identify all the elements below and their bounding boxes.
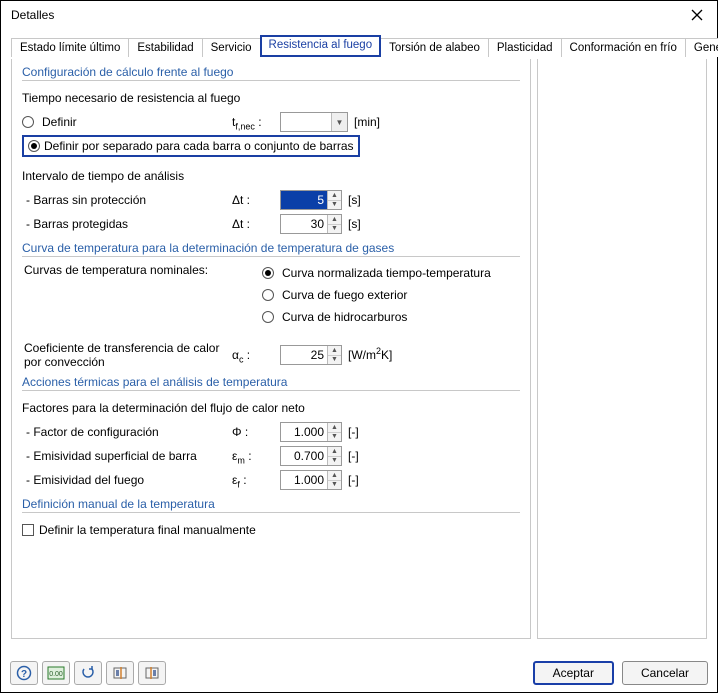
svg-text:0.00: 0.00: [49, 671, 63, 678]
close-icon[interactable]: [685, 3, 709, 27]
dt-protected-unit: [s]: [342, 217, 402, 231]
em-symbol: εm :: [232, 449, 252, 463]
radio-definir[interactable]: [22, 116, 34, 128]
tab-estabilidad[interactable]: Estabilidad: [128, 38, 202, 57]
chevron-down-icon[interactable]: ▼: [331, 113, 347, 131]
radio-curva-hidrocarburos-label[interactable]: Curva de hidrocarburos: [282, 310, 407, 324]
ef-unit: [-]: [342, 473, 402, 487]
tfnec-value[interactable]: [281, 113, 331, 131]
window-title: Detalles: [11, 8, 54, 22]
phi-symbol: Φ :: [232, 425, 280, 439]
spinner-icon[interactable]: ▲▼: [327, 215, 341, 233]
ef-symbol: εf :: [232, 473, 247, 487]
spinner-icon[interactable]: ▲▼: [327, 423, 341, 441]
dt-protected-value[interactable]: [281, 215, 327, 233]
phi-input[interactable]: ▲▼: [280, 422, 342, 442]
radio-curva-normalizada-label[interactable]: Curva normalizada tiempo-temperatura: [282, 266, 491, 280]
help-button[interactable]: ?: [10, 661, 38, 685]
checkbox-definir-manual[interactable]: [22, 524, 34, 536]
section-curva-title: Curva de temperatura para la determinaci…: [22, 241, 520, 257]
section-manual-title: Definición manual de la temperatura: [22, 497, 520, 513]
row-protected-label: - Barras protegidas: [22, 217, 232, 231]
dt-unprotected-unit: [s]: [342, 193, 402, 207]
ef-input[interactable]: ▲▼: [280, 470, 342, 490]
spinner-icon[interactable]: ▲▼: [327, 191, 341, 209]
radio-curva-hidrocarburos[interactable]: [262, 311, 274, 323]
tool-a-button[interactable]: [106, 661, 134, 685]
em-value[interactable]: [281, 447, 327, 465]
em-unit: [-]: [342, 449, 402, 463]
panel-right-preview: [537, 59, 707, 639]
tab-resistencia-fuego[interactable]: Resistencia al fuego: [260, 35, 382, 57]
alpha-symbol: αc :: [232, 348, 250, 362]
radio-curva-exterior-label[interactable]: Curva de fuego exterior: [282, 288, 407, 302]
ef-value[interactable]: [281, 471, 327, 489]
dt-protected-input[interactable]: ▲▼: [280, 214, 342, 234]
dt-symbol-2: Δt :: [232, 217, 280, 231]
spinner-icon[interactable]: ▲▼: [327, 471, 341, 489]
coef-label: Coeficiente de transferencia de calor po…: [22, 341, 232, 369]
title-bar: Detalles: [1, 1, 717, 29]
tfnec-combo[interactable]: ▼: [280, 112, 348, 132]
reset-button[interactable]: [74, 661, 102, 685]
svg-text:?: ?: [21, 669, 27, 680]
section-acciones-title: Acciones térmicas para el análisis de te…: [22, 375, 520, 391]
tfnec-unit: [min]: [348, 115, 408, 129]
emis-bar-label: - Emisividad superficial de barra: [22, 449, 232, 463]
cancel-button[interactable]: Cancelar: [622, 661, 708, 685]
row-unprotected-label: - Barras sin protección: [22, 193, 232, 207]
emis-fire-label: - Emisividad del fuego: [22, 473, 232, 487]
tab-plasticidad[interactable]: Plasticidad: [488, 38, 562, 57]
nominal-curves-label: Curvas de temperatura nominales:: [22, 263, 262, 277]
tab-general[interactable]: General: [685, 38, 718, 57]
alpha-unit: [W/m2K]: [342, 348, 402, 362]
tab-servicio[interactable]: Servicio: [202, 38, 261, 57]
tab-bar: Estado límite último Estabilidad Servici…: [11, 35, 707, 57]
dialog-footer: ? 0.00 Aceptar Cancelar: [0, 655, 718, 693]
checkbox-definir-manual-label[interactable]: Definir la temperatura final manualmente: [39, 523, 256, 537]
phi-value[interactable]: [281, 423, 327, 441]
req-time-label: Tiempo necesario de resistencia al fuego: [22, 87, 520, 109]
dt-unprotected-value[interactable]: [281, 191, 327, 209]
radio-definir-label[interactable]: Definir: [42, 115, 77, 129]
radio-curva-exterior[interactable]: [262, 289, 274, 301]
dt-symbol-1: Δt :: [232, 193, 280, 207]
alpha-input[interactable]: ▲▼: [280, 345, 342, 365]
radio-definir-separado[interactable]: [28, 140, 40, 152]
dt-unprotected-input[interactable]: ▲▼: [280, 190, 342, 210]
panel-left: Configuración de cálculo frente al fuego…: [11, 59, 531, 639]
radio-definir-separado-label[interactable]: Definir por separado para cada barra o c…: [44, 139, 354, 153]
spinner-icon[interactable]: ▲▼: [327, 447, 341, 465]
radio-curva-normalizada[interactable]: [262, 267, 274, 279]
tfnec-symbol: tf,nec :: [232, 115, 262, 129]
spinner-icon[interactable]: ▲▼: [327, 346, 341, 364]
factors-label: Factores para la determinación del flujo…: [22, 397, 520, 419]
tab-torsion[interactable]: Torsión de alabeo: [380, 38, 489, 57]
tool-b-button[interactable]: [138, 661, 166, 685]
phi-unit: [-]: [342, 425, 402, 439]
interval-label: Intervalo de tiempo de análisis: [22, 165, 520, 187]
units-button[interactable]: 0.00: [42, 661, 70, 685]
ok-button[interactable]: Aceptar: [533, 661, 614, 685]
factor-conf-label: - Factor de configuración: [22, 425, 232, 439]
dialog-content: Estado límite último Estabilidad Servici…: [1, 29, 717, 639]
section-config-fuego-title: Configuración de cálculo frente al fuego: [22, 65, 520, 81]
alpha-value[interactable]: [281, 346, 327, 364]
tab-estado-limite[interactable]: Estado límite último: [11, 38, 129, 57]
radio-separado-highlight: Definir por separado para cada barra o c…: [22, 135, 360, 157]
em-input[interactable]: ▲▼: [280, 446, 342, 466]
tab-conformacion[interactable]: Conformación en frío: [561, 38, 686, 57]
